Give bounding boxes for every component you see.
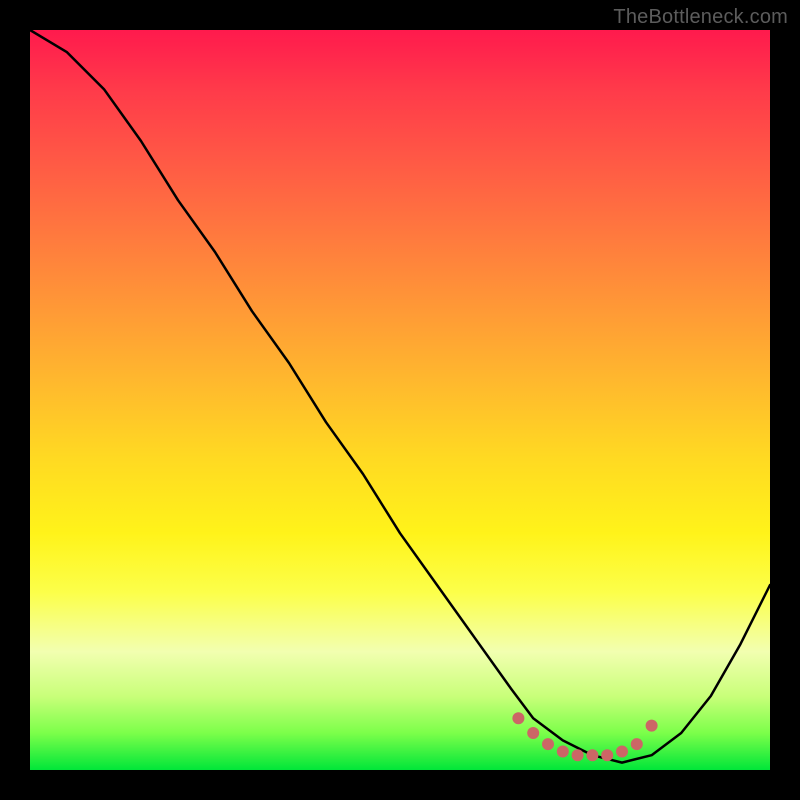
optimal-dot <box>601 749 613 761</box>
optimal-dot <box>572 749 584 761</box>
optimal-dot <box>646 720 658 732</box>
optimal-dot <box>527 727 539 739</box>
chart-frame: TheBottleneck.com <box>0 0 800 800</box>
optimal-dot <box>542 738 554 750</box>
watermark-text: TheBottleneck.com <box>613 6 788 29</box>
optimal-dot <box>512 712 524 724</box>
optimal-dot <box>631 738 643 750</box>
optimal-dot <box>616 746 628 758</box>
chart-svg <box>30 30 770 770</box>
plot-area <box>30 30 770 770</box>
optimal-dot <box>557 746 569 758</box>
bottleneck-curve-line <box>30 30 770 763</box>
optimal-dot <box>586 749 598 761</box>
